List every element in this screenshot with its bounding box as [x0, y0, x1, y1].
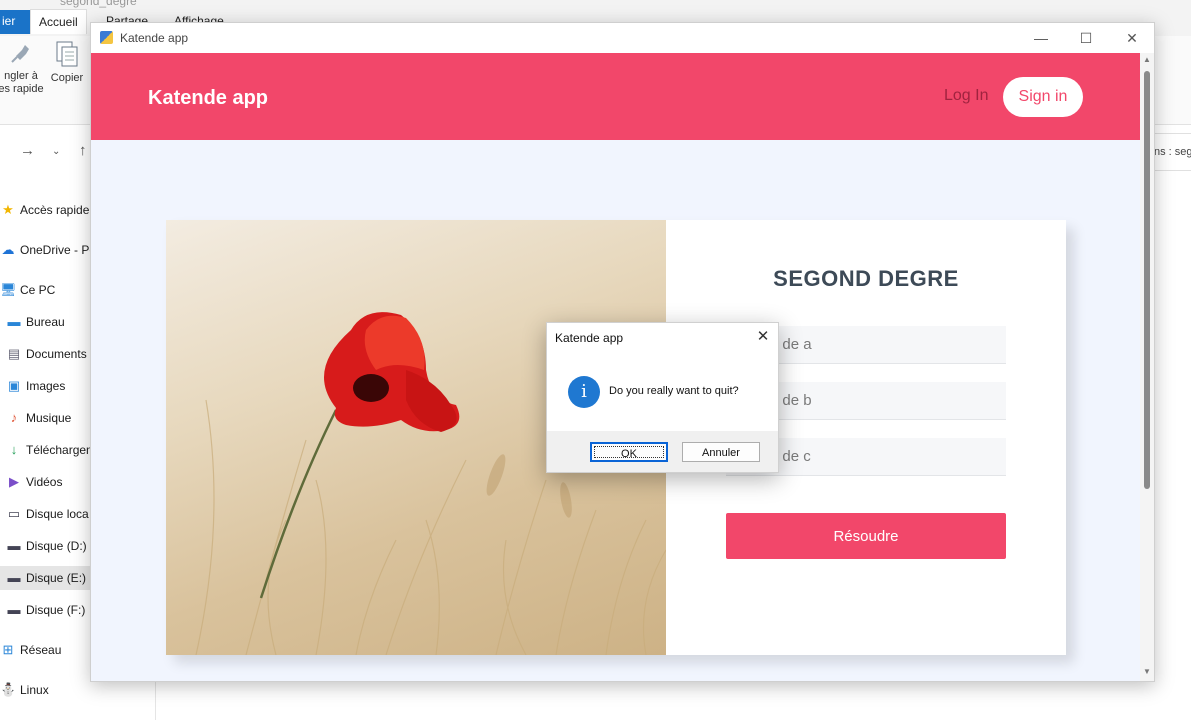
music-icon: ♪ — [10, 410, 18, 425]
copy-label: Copier — [50, 72, 84, 84]
drive-icon: ▬ — [7, 538, 21, 553]
explorer-divider — [155, 680, 156, 720]
minimize-button[interactable]: — — [1026, 27, 1056, 49]
star-icon: ★ — [2, 202, 14, 217]
network-icon: ⊞ — [2, 642, 14, 657]
pin-quick-access-button[interactable]: ngler à es rapide — [0, 42, 44, 96]
quit-confirm-dialog: Katende app ✕ i Do you really want to qu… — [546, 322, 779, 473]
sidebar-item-images[interactable]: ▣ Images — [6, 374, 66, 398]
sidebar-item-documents[interactable]: ▤ Documents — [6, 342, 87, 366]
history-chevron-icon[interactable]: ⌄ — [52, 146, 60, 157]
sidebar-item-linux[interactable]: ⛄ Linux — [0, 678, 49, 702]
copy-icon — [56, 41, 78, 67]
images-icon: ▣ — [7, 378, 21, 393]
copy-button[interactable]: Copier — [48, 40, 86, 85]
download-icon: ↓ — [10, 442, 18, 457]
tab-file[interactable]: ier — [0, 10, 30, 34]
dialog-title: Katende app — [555, 331, 624, 345]
sidebar-item-downloads[interactable]: ↓ Téléchargem — [6, 438, 96, 462]
login-link[interactable]: Log In — [944, 87, 988, 105]
sidebar-item-quick-access[interactable]: ★ Accès rapide — [0, 198, 89, 222]
sidebar-item-desktop[interactable]: ▬ Bureau — [6, 310, 65, 334]
sidebar-item-disk-d[interactable]: ▬ Disque (D:) — [6, 534, 87, 558]
videos-icon: ▶ — [9, 474, 19, 489]
sidebar-item-disk-f[interactable]: ▬ Disque (F:) — [6, 598, 86, 622]
info-icon: i — [568, 376, 600, 408]
ok-button[interactable]: OK — [590, 442, 668, 462]
desktop-icon: ▬ — [7, 314, 21, 329]
cancel-button[interactable]: Annuler — [682, 442, 760, 462]
scroll-up-icon[interactable]: ▲ — [1143, 55, 1151, 64]
sidebar-item-disk-e[interactable]: ▬ Disque (E:) — [0, 566, 90, 590]
app-header: Katende app Log In Sign in — [91, 53, 1140, 140]
window-title: Katende app — [120, 31, 189, 45]
scroll-down-icon[interactable]: ▼ — [1143, 667, 1151, 676]
window-titlebar[interactable]: Katende app — ☐ ✕ — [91, 23, 1154, 53]
pin-icon — [11, 45, 29, 63]
sidebar-item-this-pc[interactable]: 🖥 Ce PC — [0, 278, 55, 302]
solve-button[interactable]: Résoudre — [726, 513, 1006, 559]
app-logo-icon — [100, 31, 113, 44]
up-arrow-icon[interactable]: ↑ — [79, 142, 87, 159]
tab-home[interactable]: Accueil — [30, 9, 87, 34]
sidebar-item-local-disk[interactable]: ▭ Disque loca — [6, 502, 89, 526]
brand-title: Katende app — [148, 87, 269, 109]
drive-icon: ▭ — [7, 506, 21, 521]
vertical-scrollbar[interactable]: ▲ ▼ — [1140, 53, 1154, 681]
sidebar-item-videos[interactable]: ▶ Vidéos — [6, 470, 62, 494]
dialog-close-button[interactable]: ✕ — [752, 326, 774, 348]
dialog-message: Do you really want to quit? — [609, 385, 739, 397]
sidebar-item-network[interactable]: ⊞ Réseau — [0, 638, 62, 662]
computer-icon: 🖥 — [0, 282, 17, 297]
linux-icon: ⛄ — [0, 682, 17, 697]
documents-icon: ▤ — [7, 346, 21, 361]
explorer-title: segond_degre — [60, 0, 137, 8]
maximize-button[interactable]: ☐ — [1071, 27, 1101, 49]
explorer-search-box[interactable]: ns : sego — [1153, 133, 1191, 171]
drive-icon: ▬ — [7, 570, 21, 585]
signin-button[interactable]: Sign in — [1003, 77, 1083, 117]
dialog-footer: OK Annuler — [547, 431, 778, 472]
cloud-icon: ☁ — [1, 242, 15, 257]
form-title: SEGOND DEGRE — [773, 266, 959, 291]
forward-arrow-icon[interactable]: → — [20, 142, 35, 159]
drive-icon: ▬ — [7, 602, 21, 617]
sidebar-item-music[interactable]: ♪ Musique — [6, 406, 72, 430]
scrollbar-thumb[interactable] — [1144, 71, 1150, 489]
sidebar-item-onedrive[interactable]: ☁ OneDrive - Pe — [0, 238, 97, 262]
close-window-button[interactable]: ✕ — [1117, 27, 1147, 49]
